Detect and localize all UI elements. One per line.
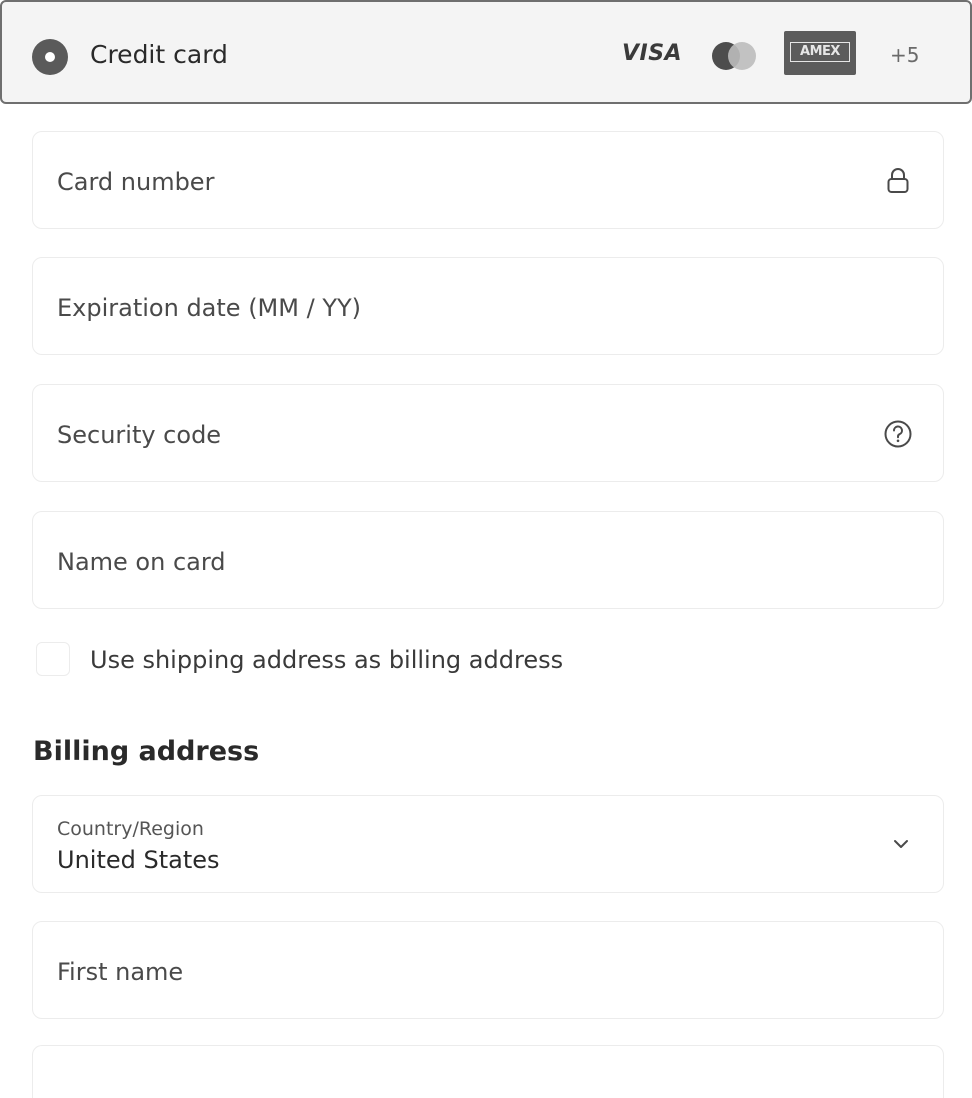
country-select[interactable]: Country/Region United States: [32, 795, 944, 893]
mastercard-logo: [712, 42, 758, 70]
payment-form: Credit card VISA AMEX +5 Card number Exp…: [0, 0, 972, 1098]
credit-card-option[interactable]: Credit card VISA AMEX +5: [0, 0, 972, 104]
billing-same-as-shipping-checkbox[interactable]: [36, 642, 70, 676]
visa-logo: VISA: [622, 41, 683, 66]
country-label: Country/Region: [57, 818, 204, 840]
security-code-field[interactable]: Security code: [32, 384, 944, 482]
first-name-placeholder: First name: [57, 958, 184, 986]
lock-icon: [887, 168, 909, 193]
country-value: United States: [57, 846, 220, 874]
billing-address-title: Billing address: [33, 736, 260, 767]
card-number-placeholder: Card number: [57, 168, 215, 196]
security-code-placeholder: Security code: [57, 421, 222, 449]
help-circle-icon[interactable]: [883, 419, 913, 449]
more-brands-count: +5: [890, 43, 920, 67]
credit-card-label: Credit card: [90, 40, 228, 69]
name-on-card-placeholder: Name on card: [57, 548, 226, 576]
amex-logo-text: AMEX: [790, 42, 850, 62]
expiration-date-placeholder: Expiration date (MM / YY): [57, 294, 361, 322]
chevron-down-icon: [894, 840, 908, 848]
name-on-card-field[interactable]: Name on card: [32, 511, 944, 609]
first-name-field[interactable]: First name: [32, 921, 944, 1019]
billing-same-as-shipping-label[interactable]: Use shipping address as billing address: [90, 646, 563, 674]
card-number-field[interactable]: Card number: [32, 131, 944, 229]
credit-card-radio[interactable]: [32, 39, 68, 75]
last-name-field[interactable]: [32, 1045, 944, 1098]
amex-logo: AMEX: [784, 31, 856, 75]
expiration-date-field[interactable]: Expiration date (MM / YY): [32, 257, 944, 355]
